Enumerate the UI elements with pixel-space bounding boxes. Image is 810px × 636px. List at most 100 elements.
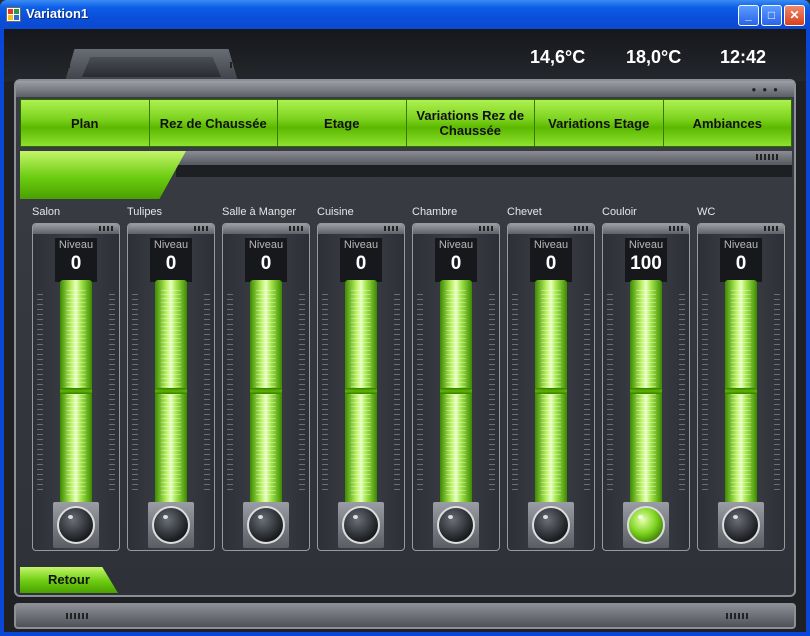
toggle-knob[interactable] bbox=[437, 506, 475, 544]
level-slider[interactable] bbox=[535, 280, 567, 508]
level-slider[interactable] bbox=[440, 280, 472, 508]
app-icon[interactable] bbox=[6, 7, 21, 22]
dimmer-box: Niveau 0 bbox=[507, 223, 595, 551]
scale-ticks bbox=[489, 294, 495, 494]
grip-icon bbox=[756, 154, 778, 160]
dimmer-couloir: Couloir Niveau 100 bbox=[602, 205, 690, 551]
level-slider[interactable] bbox=[155, 280, 187, 508]
level-label: Niveau bbox=[58, 239, 94, 251]
level-value: 0 bbox=[70, 253, 82, 274]
slider-thumb[interactable] bbox=[725, 388, 757, 394]
grip-icon bbox=[99, 226, 113, 231]
scale-ticks bbox=[607, 294, 613, 494]
toggle-knob[interactable] bbox=[152, 506, 190, 544]
slider-thumb[interactable] bbox=[345, 388, 377, 394]
slider-thumb[interactable] bbox=[535, 388, 567, 394]
slider-thumb[interactable] bbox=[60, 388, 92, 394]
level-label: Niveau bbox=[438, 239, 474, 251]
level-value: 0 bbox=[260, 253, 272, 274]
level-label: Niveau bbox=[343, 239, 379, 251]
knob-base bbox=[243, 502, 289, 548]
toggle-knob[interactable] bbox=[247, 506, 285, 544]
level-value: 100 bbox=[630, 253, 662, 274]
grip-icon bbox=[669, 226, 683, 231]
room-label: Chevet bbox=[507, 206, 542, 218]
section-tab bbox=[20, 151, 186, 199]
back-button[interactable]: Retour bbox=[20, 567, 118, 593]
level-slider[interactable] bbox=[250, 280, 282, 508]
panel-top-bar: ●●● bbox=[16, 81, 794, 97]
section-strip-shadow bbox=[176, 165, 792, 177]
toggle-knob[interactable] bbox=[342, 506, 380, 544]
temperature-outdoor: 14,6°C bbox=[530, 47, 586, 67]
level-display: Niveau 0 bbox=[245, 238, 287, 282]
menu-item-ambiances[interactable]: Ambiances bbox=[663, 100, 791, 146]
level-slider[interactable] bbox=[725, 280, 757, 508]
title-bar[interactable]: Variation1 _ □ ✕ bbox=[0, 0, 810, 29]
dimmer-box: Niveau 0 bbox=[412, 223, 500, 551]
grip-icon bbox=[726, 613, 748, 619]
grip-icon bbox=[66, 613, 88, 619]
scale-ticks bbox=[584, 294, 590, 494]
level-slider[interactable] bbox=[60, 280, 92, 508]
menu-item-variations-etage[interactable]: Variations Etage bbox=[535, 100, 664, 146]
grip-icon bbox=[479, 226, 493, 231]
level-value: 0 bbox=[355, 253, 367, 274]
dimmer-box: Niveau 0 bbox=[697, 223, 785, 551]
menu-item-rez-de-chaussee[interactable]: Rez de Chaussée bbox=[149, 100, 278, 146]
menu-item-variations-rez[interactable]: Variations Rez de Chaussée bbox=[406, 100, 535, 146]
dimmer-chambre: Chambre Niveau 0 bbox=[412, 205, 500, 551]
main-panel: ●●● Plan Rez de Chaussée Etage Variation… bbox=[14, 79, 796, 597]
room-label: Cuisine bbox=[317, 206, 354, 218]
scale-ticks bbox=[37, 294, 43, 494]
level-display: Niveau 0 bbox=[435, 238, 477, 282]
level-value: 0 bbox=[545, 253, 557, 274]
top-bar: 14,6°C 18,0°C 12:42 bbox=[4, 29, 806, 85]
main-menu: Plan Rez de Chaussée Etage Variations Re… bbox=[20, 99, 792, 147]
knob-base bbox=[148, 502, 194, 548]
dimmer-salle-a-manger: Salle à Manger Niveau 0 bbox=[222, 205, 310, 551]
maximize-button[interactable]: □ bbox=[761, 5, 782, 26]
menu-item-etage[interactable]: Etage bbox=[278, 100, 407, 146]
window-title: Variation1 bbox=[26, 6, 89, 21]
scale-ticks bbox=[227, 294, 233, 494]
grip-icon bbox=[48, 62, 70, 68]
knob-base bbox=[528, 502, 574, 548]
minimize-button[interactable]: _ bbox=[738, 5, 759, 26]
knob-base bbox=[338, 502, 384, 548]
scale-ticks bbox=[109, 294, 115, 494]
dimmer-box: Niveau 100 bbox=[602, 223, 690, 551]
slider-thumb[interactable] bbox=[155, 388, 187, 394]
toggle-knob-on[interactable] bbox=[627, 506, 665, 544]
knob-base bbox=[53, 502, 99, 548]
level-slider[interactable] bbox=[345, 280, 377, 508]
temperature-indoor: 18,0°C bbox=[626, 47, 682, 67]
toggle-knob[interactable] bbox=[722, 506, 760, 544]
level-display: Niveau 0 bbox=[150, 238, 192, 282]
level-slider[interactable] bbox=[630, 280, 662, 508]
level-display: Niveau 0 bbox=[55, 238, 97, 282]
dimmer-wc: WC Niveau 0 bbox=[697, 205, 785, 551]
level-display: Niveau 0 bbox=[340, 238, 382, 282]
slider-thumb[interactable] bbox=[440, 388, 472, 394]
room-label: Salle à Manger bbox=[222, 206, 296, 218]
level-label: Niveau bbox=[723, 239, 759, 251]
slider-thumb[interactable] bbox=[630, 388, 662, 394]
dimmer-cuisine: Cuisine Niveau 0 bbox=[317, 205, 405, 551]
footer-bar bbox=[14, 603, 796, 629]
toggle-knob[interactable] bbox=[532, 506, 570, 544]
scale-ticks bbox=[394, 294, 400, 494]
grip-icon bbox=[230, 62, 252, 68]
grip-icon bbox=[194, 226, 208, 231]
slider-thumb[interactable] bbox=[250, 388, 282, 394]
level-value: 0 bbox=[735, 253, 747, 274]
dots-icon: ●●● bbox=[751, 85, 784, 94]
room-label: WC bbox=[697, 206, 716, 218]
level-display: Niveau 0 bbox=[530, 238, 572, 282]
close-button[interactable]: ✕ bbox=[784, 5, 805, 26]
toggle-knob[interactable] bbox=[57, 506, 95, 544]
grip-icon bbox=[764, 226, 778, 231]
grip-icon bbox=[384, 226, 398, 231]
menu-item-plan[interactable]: Plan bbox=[21, 100, 150, 146]
dimmer-box: Niveau 0 bbox=[317, 223, 405, 551]
